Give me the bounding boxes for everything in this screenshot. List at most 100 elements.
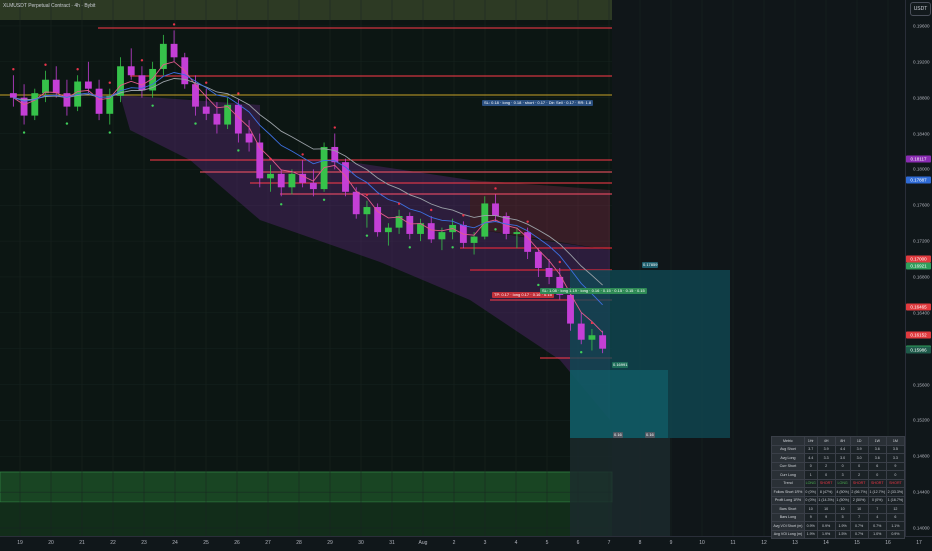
stats-row-label: Bars Long <box>771 512 805 522</box>
stats-row-label: Avg Short <box>771 444 805 454</box>
signal-dot-6 <box>76 68 79 71</box>
stats-cell: 1.5% <box>834 529 851 539</box>
signal-dot-51 <box>558 260 561 264</box>
price-tick-10: 0.15600 <box>913 382 930 388</box>
time-tick-12: 31 <box>389 540 395 546</box>
time-tick-21: 9 <box>669 540 673 546</box>
candle-body-7 <box>84 81 92 89</box>
stats-row-label: Profit Long 1R% <box>771 495 805 505</box>
candle-body-54 <box>588 335 596 340</box>
time-tick-8: 27 <box>265 540 271 546</box>
stats-cell: 0 <box>816 470 836 480</box>
stats-cell: 8 (47%) <box>816 487 836 497</box>
stats-cell: 1 (16.7%) <box>885 495 906 505</box>
signal-dot-42 <box>462 214 465 217</box>
signal-dot-1 <box>22 131 26 134</box>
time-tick-15: 3 <box>483 540 487 546</box>
signal-dot-18 <box>205 81 208 84</box>
signal-dot-9 <box>108 81 111 84</box>
price-tag-0: 0.18117 <box>906 155 931 163</box>
signal-dot-49 <box>537 283 540 287</box>
stats-cell: 6 <box>867 461 887 471</box>
stats-cell: SHORT <box>885 478 906 488</box>
stats-cell: 3.6 <box>867 453 887 463</box>
stats-cell: 3.0 <box>834 453 851 463</box>
candle-body-53 <box>577 323 585 340</box>
stats-cell: 3.7 <box>803 444 818 454</box>
stats-cell: 0 <box>834 461 851 471</box>
price-tick-5: 0.17600 <box>913 202 930 208</box>
sl-callout: SL: 0.18 · long · 0.18 · short · 0.17 · … <box>482 100 594 106</box>
stats-cell: 2 <box>816 461 836 471</box>
time-tick-18: 6 <box>576 540 580 546</box>
price-chart[interactable] <box>0 0 905 536</box>
candle-body-5 <box>63 93 71 107</box>
stats-cell: 0 <box>867 470 887 480</box>
signal-dot-21 <box>237 149 240 152</box>
price-tag-2: 0.17000 <box>906 255 931 263</box>
zone-mid-tag: 0.16991 <box>612 362 629 368</box>
stats-row: Avg Long 4.4 3.3 3.0 3.0 3.6 3.3 <box>771 453 906 463</box>
currency-selector[interactable]: USDT <box>910 2 931 16</box>
time-tick-17: 5 <box>545 540 549 546</box>
stats-cell: 0 <box>849 461 869 471</box>
stats-row-label: Avg VOl Short (m) <box>771 521 805 531</box>
stats-row: Follow Short 1R% 0 (0%) 8 (47%) 4 (50%) 2 (6… <box>771 487 906 497</box>
candle-body-25 <box>277 173 285 188</box>
stats-cell: 0 <box>803 461 818 471</box>
stats-cell: 10 <box>849 504 869 514</box>
stats-cell: 1 (50%) <box>834 495 851 505</box>
time-tick-3: 22 <box>110 540 116 546</box>
price-tag-1: 0.17887 <box>906 176 931 183</box>
stats-header-4: 1D <box>849 436 869 446</box>
stats-cell: SHORT <box>867 478 887 488</box>
stats-cell: 10 <box>816 504 836 514</box>
price-tick-13: 0.14400 <box>913 489 930 495</box>
time-tick-25: 13 <box>792 540 798 546</box>
stats-cell: 2 <box>849 470 869 480</box>
time-tick-22: 10 <box>699 540 705 546</box>
time-tick-14: 2 <box>452 540 456 546</box>
candle-body-3 <box>42 79 49 94</box>
candle-body-30 <box>331 146 339 163</box>
time-tick-2: 21 <box>79 540 85 546</box>
time-tick-26: 14 <box>823 540 829 546</box>
time-tick-1: 20 <box>48 540 54 546</box>
chart-window: XLMUSDT Perpetual Contract · 4h · Bybit … <box>0 0 932 551</box>
candle-body-49 <box>534 251 542 268</box>
stats-cell: SHORT <box>849 478 869 488</box>
stats-cell: 0.9% <box>803 521 818 531</box>
stats-row-label: Avg Long <box>771 453 805 463</box>
price-tick-14: 0.14000 <box>913 525 930 531</box>
signal-dot-12 <box>140 59 144 62</box>
stats-row-label: Curr Long <box>771 470 805 480</box>
candle-body-35 <box>384 227 392 233</box>
stats-cell: 1.1% <box>885 521 906 531</box>
stats-cell: 9 <box>816 512 836 522</box>
candle-body-55 <box>599 335 607 349</box>
time-tick-10: 29 <box>327 540 333 546</box>
stats-cell: 0.7% <box>849 521 869 531</box>
zone-low-tag-b: 0.16 <box>645 432 655 438</box>
stats-cell: SHORT <box>816 478 836 488</box>
stats-cell: 0 (0%) <box>867 495 887 505</box>
candle-body-39 <box>427 223 435 240</box>
stats-cell: 2 (33.3%) <box>885 487 906 497</box>
candle-body-19 <box>213 113 221 125</box>
signal-dot-33 <box>365 234 369 237</box>
stats-row: Avg Short 3.7 3.9 4.4 3.9 3.6 3.5 <box>771 444 906 454</box>
stats-row: Curr Short 0 2 0 0 6 9 <box>771 461 906 471</box>
candle-body-0 <box>9 93 17 98</box>
price-tick-6: 0.17200 <box>913 238 930 244</box>
stats-cell: 5 <box>834 512 851 522</box>
stats-header-3: 8H <box>834 436 851 446</box>
stats-row: Avg VOl Short (m) 0.9% 0.9% 1.9% 0.7% 0.7% 1.1… <box>771 521 906 531</box>
price-tick-3: 0.18400 <box>913 131 930 137</box>
stats-cell: 9 <box>885 461 906 471</box>
signal-dot-21 <box>237 92 240 95</box>
price-tick-7: 0.16800 <box>913 274 930 280</box>
stats-row: Bars Short 10 10 10 10 7 12 <box>771 504 906 514</box>
signal-dot-5 <box>65 122 69 125</box>
time-tick-23: 11 <box>730 540 736 546</box>
time-tick-4: 23 <box>141 540 147 546</box>
